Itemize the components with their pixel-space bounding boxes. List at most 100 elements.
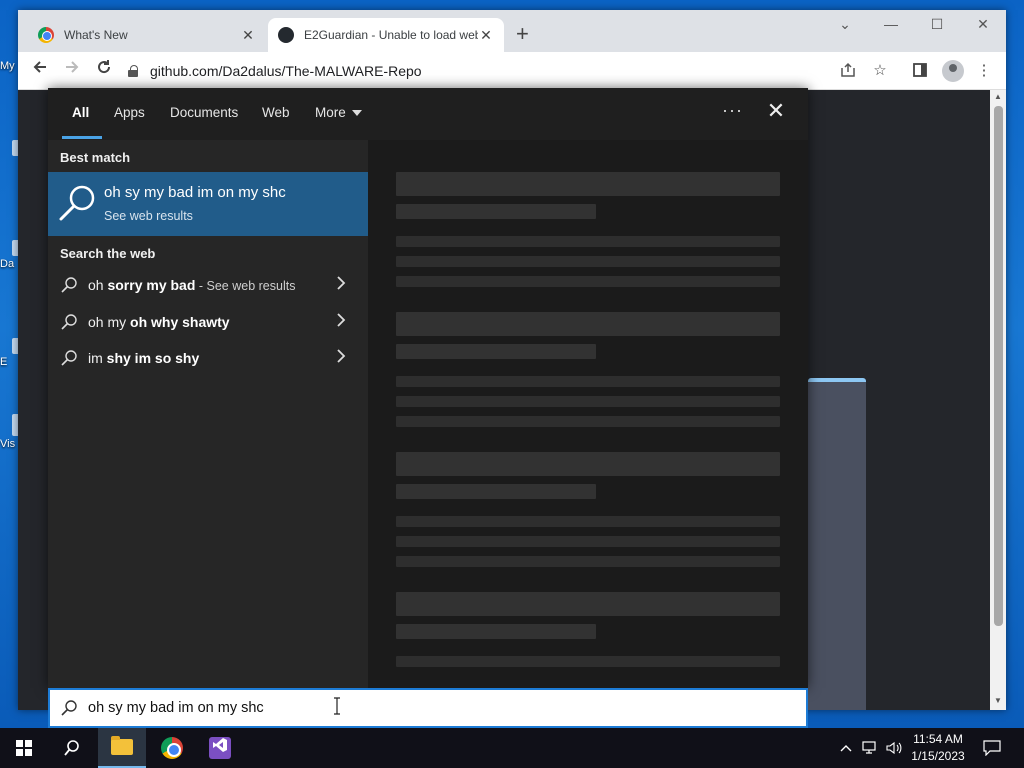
result-prefix: oh bbox=[88, 277, 108, 293]
search-icon bbox=[59, 185, 95, 221]
search-icon bbox=[61, 314, 77, 330]
desktop-icon[interactable]: Da bbox=[0, 240, 22, 270]
text-cursor-icon bbox=[334, 697, 340, 715]
loading-placeholder bbox=[396, 376, 780, 387]
loading-placeholder bbox=[396, 276, 780, 287]
search-icon bbox=[61, 700, 77, 716]
chrome-icon bbox=[161, 737, 183, 759]
web-result-item[interactable]: oh sorry my bad - See web results bbox=[48, 269, 368, 303]
search-web-heading: Search the web bbox=[60, 246, 156, 261]
window-close-button[interactable]: ✕ bbox=[968, 16, 998, 33]
search-icon bbox=[61, 277, 77, 293]
clock-date: 1/15/2023 bbox=[911, 749, 965, 763]
chrome-icon bbox=[38, 27, 54, 43]
best-match-title: oh sy my bad im on my shc bbox=[104, 184, 286, 201]
tab-apps[interactable]: Apps bbox=[114, 105, 145, 120]
desktop-icon[interactable]: E bbox=[0, 338, 22, 368]
folder-icon bbox=[111, 736, 133, 755]
page-card bbox=[808, 378, 866, 710]
scroll-down-icon[interactable]: ▼ bbox=[990, 696, 1006, 705]
page-scrollbar[interactable]: ▲ ▼ bbox=[990, 90, 1006, 710]
chrome-taskbar-button[interactable] bbox=[148, 728, 196, 768]
lock-icon[interactable] bbox=[128, 65, 140, 77]
reload-button[interactable] bbox=[92, 59, 116, 83]
forward-button[interactable] bbox=[60, 59, 84, 83]
network-icon[interactable] bbox=[860, 728, 882, 768]
loading-placeholder bbox=[396, 344, 596, 359]
clock-time: 11:54 AM bbox=[913, 732, 963, 746]
loading-placeholder bbox=[396, 516, 780, 527]
loading-placeholder bbox=[396, 312, 780, 336]
visual-studio-button[interactable] bbox=[196, 728, 244, 768]
back-arrow-icon bbox=[33, 61, 46, 73]
taskbar-search-button[interactable] bbox=[48, 728, 96, 768]
back-button[interactable] bbox=[28, 59, 52, 83]
result-suffix: - See web results bbox=[195, 279, 296, 293]
search-icon bbox=[64, 740, 79, 756]
visual-studio-icon bbox=[209, 737, 231, 759]
loading-placeholder bbox=[396, 416, 780, 427]
scroll-up-icon[interactable]: ▲ bbox=[990, 92, 1006, 101]
volume-icon[interactable] bbox=[884, 728, 904, 768]
tab-title: What's New bbox=[64, 28, 128, 42]
tab-documents[interactable]: Documents bbox=[170, 105, 238, 120]
result-bold: shy im so shy bbox=[106, 350, 200, 366]
tab-more[interactable]: More bbox=[315, 105, 362, 120]
result-prefix: oh my bbox=[88, 314, 131, 330]
best-match-item[interactable]: oh sy my bad im on my shc See web result… bbox=[48, 172, 368, 236]
active-tab-indicator bbox=[62, 136, 102, 139]
chevron-down-icon bbox=[351, 110, 362, 117]
show-hidden-icons-chevron-icon[interactable] bbox=[836, 728, 856, 768]
minimize-button[interactable]: — bbox=[876, 16, 906, 32]
loading-placeholder bbox=[396, 592, 780, 616]
desktop-icon[interactable]: My bbox=[0, 58, 20, 72]
loading-placeholder bbox=[396, 556, 780, 567]
start-button[interactable] bbox=[0, 728, 48, 768]
address-bar[interactable]: github.com/Da2dalus/The-MALWARE-Repo bbox=[128, 56, 868, 86]
loading-placeholder bbox=[396, 452, 780, 476]
new-tab-button[interactable]: + bbox=[516, 23, 529, 45]
close-tab-icon[interactable]: ✕ bbox=[478, 27, 494, 44]
address-url: github.com/Da2dalus/The-MALWARE-Repo bbox=[150, 63, 422, 79]
close-tab-icon[interactable]: ✕ bbox=[240, 27, 256, 44]
chevron-right-icon[interactable] bbox=[336, 349, 346, 368]
chevron-right-icon[interactable] bbox=[336, 313, 346, 332]
maximize-button[interactable]: ☐ bbox=[922, 16, 952, 33]
side-panel-icon[interactable] bbox=[910, 62, 930, 80]
results-list: Best match oh sy my bad im on my shc See… bbox=[48, 140, 368, 688]
tab-web[interactable]: Web bbox=[262, 105, 290, 120]
search-box bbox=[48, 688, 808, 728]
notifications-icon[interactable] bbox=[980, 728, 1004, 768]
desktop-icon[interactable]: Vis bbox=[0, 414, 22, 450]
tab-all[interactable]: All bbox=[72, 105, 89, 120]
tab-e2guardian[interactable]: E2Guardian - Unable to load web ✕ bbox=[268, 18, 504, 52]
profile-avatar[interactable] bbox=[942, 60, 964, 82]
github-icon bbox=[278, 27, 294, 43]
loading-placeholder bbox=[396, 624, 596, 639]
browser-toolbar: github.com/Da2dalus/The-MALWARE-Repo ☆ ⋮ bbox=[18, 52, 1006, 90]
result-prefix: im bbox=[88, 350, 107, 366]
tab-search-icon[interactable]: ⌄ bbox=[830, 16, 860, 33]
result-bold: oh why shawty bbox=[130, 314, 230, 330]
web-result-item[interactable]: oh my oh why shawty bbox=[48, 306, 368, 340]
menu-icon[interactable]: ⋮ bbox=[974, 62, 994, 80]
clock[interactable]: 11:54 AM 1/15/2023 bbox=[902, 731, 974, 765]
search-input[interactable] bbox=[88, 697, 688, 719]
file-explorer-button[interactable] bbox=[98, 728, 146, 768]
loading-placeholder bbox=[396, 236, 780, 247]
desktop-icon[interactable] bbox=[0, 140, 22, 156]
tab-more-label: More bbox=[315, 105, 346, 120]
loading-placeholder bbox=[396, 484, 596, 499]
scroll-thumb[interactable] bbox=[994, 106, 1003, 626]
bookmark-star-icon[interactable]: ☆ bbox=[870, 62, 890, 80]
share-icon[interactable] bbox=[838, 62, 858, 80]
chevron-right-icon[interactable] bbox=[336, 276, 346, 295]
best-match-heading: Best match bbox=[60, 150, 131, 165]
windows-icon bbox=[16, 740, 32, 756]
close-search-button[interactable]: ✕ bbox=[764, 98, 788, 124]
more-options-icon[interactable]: ··· bbox=[722, 100, 743, 121]
tab-whats-new[interactable]: What's New ✕ bbox=[28, 18, 266, 52]
web-result-item[interactable]: im shy im so shy bbox=[48, 342, 368, 376]
loading-placeholder bbox=[396, 172, 780, 196]
search-scope-tabs: All Apps Documents Web More ··· ✕ bbox=[48, 88, 808, 140]
